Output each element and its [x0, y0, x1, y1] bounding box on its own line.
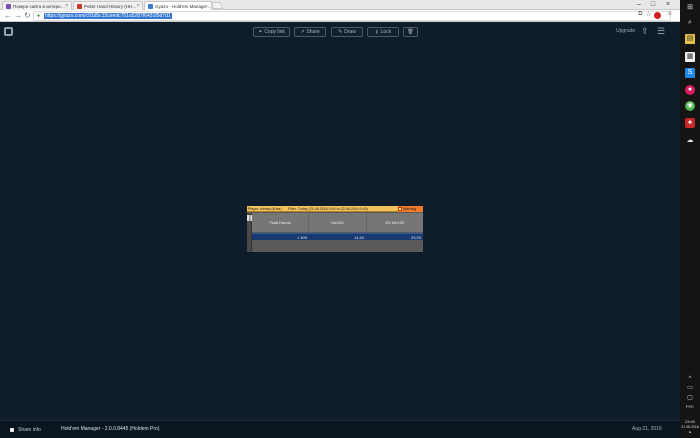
browser-tab-3[interactable]: Gyazo - Hold'em Manager… ×	[144, 1, 212, 10]
forward-icon[interactable]: →	[14, 11, 22, 21]
delete-button[interactable]: 🗑	[403, 27, 418, 37]
player-label: Player: slimka (40az)	[248, 207, 282, 211]
tab-favicon-icon	[77, 3, 82, 9]
capture-date: Aug 21, 2016	[632, 426, 662, 432]
gyazo-logo-icon[interactable]	[4, 27, 13, 36]
link-icon: ⚭	[258, 29, 263, 35]
warning-icon	[398, 207, 402, 211]
search-icon[interactable]: ⌕	[685, 18, 695, 28]
lock-button[interactable]: ⚷ Lock	[367, 27, 399, 37]
back-icon[interactable]: ←	[4, 11, 12, 21]
browser-tab-1[interactable]: Покерн сайта в интерн… ×	[2, 1, 72, 10]
new-tab-button[interactable]	[210, 2, 224, 9]
reload-icon[interactable]: ↻	[24, 11, 31, 21]
browser-tab-bar: Покерн сайта в интерн… × Poker Hand Hist…	[0, 0, 680, 10]
column-header: bb/100	[309, 213, 367, 232]
translate-icon[interactable]: ⧉	[638, 11, 642, 18]
tab-favicon-icon	[6, 3, 11, 9]
tab-close-icon[interactable]: ×	[137, 3, 140, 9]
address-bar: ← → ↻ ● https://gyazo.com/c91d5c15ceedc7…	[0, 10, 680, 22]
minimize-icon[interactable]: –	[633, 0, 645, 9]
upload-icon[interactable]: ⇪	[641, 26, 649, 37]
draw-label: Draw	[344, 29, 356, 35]
share-label: Share	[306, 29, 320, 35]
tab-label: Покерн сайта в интерн…	[13, 3, 66, 9]
hamburger-menu-icon[interactable]: ☰	[657, 26, 665, 37]
windows-taskbar: ⊞ ⌕ ▤ ▦ S ● ◉ ♠ ☁ ^ ▭ ▢ РУС 23:40 21.08.…	[680, 0, 700, 438]
draw-icon: ✎	[338, 29, 343, 35]
chat-icon[interactable]: ▢	[680, 394, 700, 401]
column-header: EV bb/100	[385, 220, 405, 225]
share-info-label[interactable]: Share info	[18, 427, 41, 433]
window-title: Hold'em Manager - 2.0.0.8445 (Holdem Pro…	[61, 426, 160, 432]
store-icon[interactable]: ▦	[685, 52, 695, 62]
bookmark-star-icon[interactable]: ☆	[646, 11, 651, 18]
file-explorer-icon[interactable]: ▤	[685, 34, 695, 44]
column-header: Total Hands	[252, 213, 310, 232]
cell-ev-bb100: 23,93	[410, 235, 421, 240]
language-indicator[interactable]: РУС	[680, 404, 700, 409]
extension-icon[interactable]	[654, 12, 661, 19]
chrome-icon[interactable]: ◉	[685, 101, 695, 111]
trash-icon: 🗑	[407, 29, 414, 35]
battery-icon[interactable]: ▭	[680, 384, 700, 391]
tab-label: Gyazo - Hold'em Manager…	[155, 3, 212, 9]
draw-button[interactable]: ✎ Draw	[331, 27, 363, 37]
tab-label: Poker Hand History (HH…	[84, 3, 137, 9]
share-button[interactable]: ↗ Share	[294, 27, 326, 37]
network-app-icon[interactable]: ☁	[685, 136, 695, 146]
tab-close-icon[interactable]: ×	[65, 3, 68, 9]
screenshot-image: Player: slimka (40az) Filter: Today (21.…	[247, 206, 423, 252]
lock-icon: ●	[37, 13, 41, 19]
clock-time[interactable]: 23:40	[680, 419, 700, 424]
filter-label: Filter: Today (21.08.2016 0:00 to 22.08.…	[288, 207, 368, 211]
warning-label: Warning	[403, 207, 417, 211]
notifications-icon[interactable]: ▪	[680, 430, 700, 436]
app-red-icon[interactable]: ●	[685, 85, 695, 95]
clock-date[interactable]: 21.08.2016	[680, 425, 700, 429]
key-icon: ⚷	[374, 29, 379, 35]
tab-favicon-icon	[148, 3, 153, 9]
copy-link-label: Copy link	[264, 29, 285, 35]
browser-tab-2[interactable]: Poker Hand History (HH… ×	[73, 1, 143, 10]
upgrade-link[interactable]: Upgrade	[616, 28, 635, 34]
gyazo-status-bar: Share info Hold'em Manager - 2.0.0.8445 …	[0, 420, 680, 438]
omnibox[interactable]: ● https://gyazo.com/c91d5c15ceedc751a528…	[33, 11, 671, 21]
maximize-icon[interactable]: □	[647, 0, 659, 9]
share-info-checkbox[interactable]	[10, 428, 14, 432]
windows-start-icon[interactable]: ⊞	[685, 3, 695, 13]
hm-filter-bar: Player: slimka (40az) Filter: Today (21.…	[247, 206, 423, 212]
cell-total-hands: 1 409	[296, 235, 307, 240]
poker-app-icon[interactable]: ♠	[685, 118, 695, 128]
close-window-icon[interactable]: ×	[662, 0, 674, 9]
warning-badge: Warning	[398, 206, 423, 212]
stats-table-header: Total Hands bb/100 EV bb/100	[252, 213, 423, 232]
cell-bb100: 14,34	[353, 235, 364, 240]
copy-link-button[interactable]: ⚭ Copy link	[253, 27, 290, 37]
chrome-menu-icon[interactable]: ≡	[668, 11, 672, 17]
lock-label: Lock	[380, 29, 392, 35]
table-row: 1 409 14,34 23,93	[252, 233, 423, 240]
tray-chevron-icon[interactable]: ^	[680, 376, 700, 382]
url-text[interactable]: https://gyazo.com/c91d5c15ceedc751a5287f…	[44, 13, 172, 19]
share-icon: ↗	[300, 29, 305, 35]
skype-icon[interactable]: S	[685, 68, 695, 78]
